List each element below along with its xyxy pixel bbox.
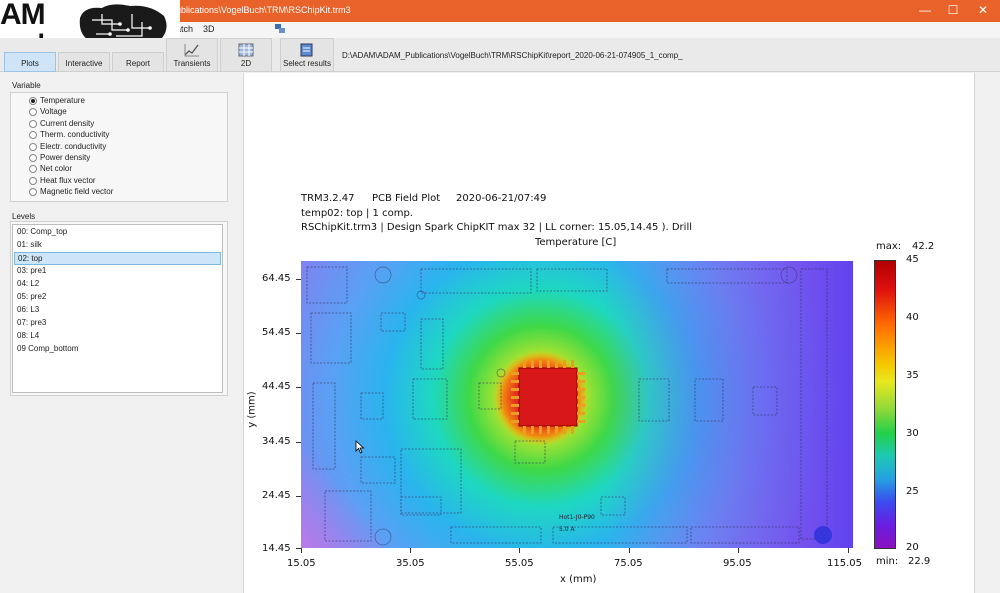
level-item[interactable]: 09 Comp_bottom	[14, 343, 221, 356]
close-button[interactable]: ✕	[966, 0, 1000, 22]
levels-list[interactable]: 00: Comp_top 01: silk 02: top 03: pre1 0…	[12, 224, 223, 393]
level-item[interactable]: 06: L3	[14, 304, 221, 317]
level-item[interactable]: 07: pre3	[14, 317, 221, 330]
left-panel: Variable Temperature Voltage Current den…	[0, 73, 238, 593]
x-tick-mark	[410, 548, 411, 553]
colorbar-min-label: min:	[876, 556, 899, 567]
transients-icon	[184, 44, 199, 57]
toolbar: Plots Interactive Report Transients 2D S…	[0, 38, 1000, 72]
level-item[interactable]: 01: silk	[14, 239, 221, 252]
plot-subtitle: temp02: top | 1 comp.	[301, 208, 413, 219]
maximize-button[interactable]: ☐	[936, 0, 970, 22]
select-results-icon	[300, 43, 313, 57]
plot-variable-title: Temperature [C]	[535, 237, 617, 248]
levels-group-title: Levels	[12, 212, 36, 221]
temperature-heatmap[interactable]: Hot1-J0-P90 5.0 A	[301, 261, 853, 548]
temperature-colorbar	[874, 260, 896, 549]
colorbar-tick: 40	[906, 312, 919, 323]
x-tick-mark	[848, 548, 849, 553]
y-axis-label: y (mm)	[246, 391, 258, 428]
x-tick-label: 55.05	[505, 558, 534, 569]
interactive-button[interactable]: Interactive	[58, 52, 110, 72]
x-tick-label: 35.05	[396, 558, 425, 569]
y-tick-mark	[296, 496, 301, 497]
colorbar-tick: 25	[906, 486, 919, 497]
radio-button[interactable]	[29, 97, 37, 105]
y-tick-label: 34.45	[262, 436, 291, 447]
y-tick-mark	[296, 442, 301, 443]
application-window: ublications\VogelBuch\TRM\RSChipKit.trm3…	[0, 0, 1000, 593]
y-tick-label: 64.45	[262, 273, 291, 284]
y-tick-mark	[296, 333, 301, 334]
radio-button[interactable]	[29, 131, 37, 139]
radio-button[interactable]	[29, 143, 37, 151]
x-tick-label: 15.05	[287, 558, 316, 569]
level-item[interactable]: 04: L2	[14, 278, 221, 291]
variable-group: Temperature Voltage Current density Ther…	[10, 92, 228, 202]
select-results-button[interactable]: Select results	[280, 38, 334, 72]
logo-text-top: AM	[0, 0, 46, 31]
y-tick-mark	[296, 387, 301, 388]
variable-group-title: Variable	[12, 81, 41, 90]
x-tick-mark	[629, 548, 630, 553]
right-margin	[975, 73, 1000, 593]
level-item[interactable]: 00: Comp_top	[14, 226, 221, 239]
level-item-selected[interactable]: 02: top	[14, 252, 221, 265]
board-label-1: Hot1-J0-P90	[559, 514, 595, 521]
mouse-cursor-icon	[355, 440, 365, 454]
y-tick-label: 44.45	[262, 381, 291, 392]
x-tick-label: 95.05	[723, 558, 752, 569]
radio-button[interactable]	[29, 154, 37, 162]
x-tick-mark	[738, 548, 739, 553]
plot-info-line: RSChipKit.trm3 | Design Spark ChipKIT ma…	[301, 222, 692, 233]
board-label-2: 5.0 A	[559, 526, 575, 533]
x-tick-label: 115.05	[827, 558, 862, 569]
menu-strip: atch 3D	[170, 22, 1000, 38]
report-button[interactable]: Report	[112, 52, 164, 72]
plot-version: TRM3.2.47	[301, 193, 355, 204]
2d-button[interactable]: 2D	[220, 38, 272, 72]
radio-button[interactable]	[29, 165, 37, 173]
colorbar-max-label: max:	[876, 241, 902, 252]
colorbar-tick: 45	[906, 254, 919, 265]
y-tick-label: 24.45	[262, 490, 291, 501]
plots-button[interactable]: Plots	[4, 52, 56, 72]
level-item[interactable]: 08: L4	[14, 330, 221, 343]
colorbar-max-value: 42.2	[912, 241, 935, 252]
radio-button[interactable]	[29, 108, 37, 116]
y-tick-mark	[296, 279, 301, 280]
colorbar-tick: 30	[906, 428, 919, 439]
colorbar-tick: 35	[906, 370, 919, 381]
level-item[interactable]: 03: pre1	[14, 265, 221, 278]
radio-button[interactable]	[29, 177, 37, 185]
y-tick-mark	[296, 548, 301, 549]
menu-item-3d[interactable]: 3D	[203, 24, 215, 34]
plot-timestamp: 2020-06-21/07:49	[456, 193, 547, 204]
grid-2d-icon	[238, 43, 254, 57]
y-tick-label: 14.45	[262, 543, 291, 554]
x-tick-mark	[301, 548, 302, 553]
radio-button[interactable]	[29, 188, 37, 196]
window-icon[interactable]	[274, 23, 286, 37]
level-item[interactable]: 05: pre2	[14, 291, 221, 304]
plot-type: PCB Field Plot	[372, 193, 441, 204]
x-axis-label: x (mm)	[560, 574, 597, 585]
x-tick-mark	[519, 548, 520, 553]
window-title: ublications\VogelBuch\TRM\RSChipKit.trm3	[176, 5, 351, 15]
x-tick-label: 75.05	[614, 558, 643, 569]
transients-button[interactable]: Transients	[166, 38, 218, 72]
report-path-label: D:\ADAM\ADAM_Publications\VogelBuch\TRM\…	[342, 51, 683, 60]
y-tick-label: 54.45	[262, 327, 291, 338]
colorbar-min-value: 22.9	[908, 556, 931, 567]
radio-button[interactable]	[29, 120, 37, 128]
colorbar-tick: 20	[906, 542, 919, 553]
